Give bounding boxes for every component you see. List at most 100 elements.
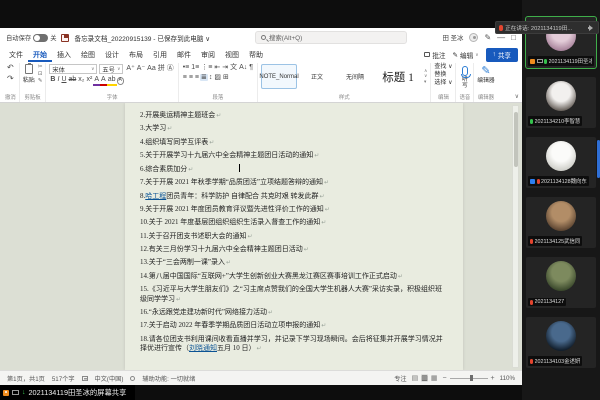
doc-line[interactable]: 15.《习近平与大学生朋友们》之“习主席点赞我们的全国大学生机器人大赛”采访实录…	[140, 285, 448, 305]
doc-line[interactable]: 3.大学习↵	[140, 124, 448, 134]
screen-share-indicator[interactable]: ↓ 2021134119田圣冰的屏幕共享	[0, 385, 135, 400]
editing-mode-button[interactable]: ✎ 编辑 ∨	[453, 50, 479, 60]
font-tool-button[interactable]: A⁺	[125, 65, 135, 73]
participant-tile[interactable]: 2021134128魏向东	[526, 137, 596, 188]
doc-line[interactable]: 14.第八届中国国际“互联网+”大学生创新创业大赛黑龙江赛区赛事培训工作正式启动…	[140, 272, 448, 282]
doc-line[interactable]: 2.开展奥运精神主题班会↵	[140, 111, 448, 121]
menu-tab[interactable]: 审阅	[196, 48, 220, 62]
editing-tool-button[interactable]: 选择 ∨	[434, 80, 452, 87]
paragraph-tool-button[interactable]: ▨	[213, 74, 222, 82]
clipboard-tool-icon[interactable]: ✎	[38, 78, 43, 84]
autosave-switch-icon[interactable]	[33, 34, 48, 42]
menu-tab[interactable]: 布局	[124, 48, 148, 62]
doc-line[interactable]: 4.组织填写同学互评表↵	[140, 138, 448, 148]
font-tool-button[interactable]: ab	[68, 76, 78, 84]
speaker-icon[interactable]	[588, 25, 595, 31]
collapse-ribbon-icon[interactable]: ∨	[515, 93, 519, 100]
doc-line[interactable]: 18.请各位团支书利用课间收看直播并学习，并记录下学习现场瞬间。会后将征集并开展…	[140, 335, 448, 355]
zoom-level[interactable]: 110%	[500, 375, 515, 382]
doc-line[interactable]: 7.关于开展 2021 年秋季学期“品质团活”立项结题答辩的通知↵	[140, 178, 448, 188]
doc-line[interactable]: 6.综合素质加分↵	[140, 164, 448, 175]
share-button[interactable]: ↑ 共享	[486, 48, 518, 62]
paragraph-tool-button[interactable]: A↓	[238, 64, 248, 72]
search-input[interactable]: 搜索(Alt+Q)	[255, 31, 407, 44]
undo-button[interactable]: ↶	[5, 64, 16, 73]
font-tool-button[interactable]: Aa	[146, 65, 157, 73]
maximize-button[interactable]: □	[511, 34, 516, 42]
editing-tool-button[interactable]: 替换	[434, 72, 452, 79]
style-chip[interactable]: NOTE_Normal	[261, 64, 297, 89]
menu-tab[interactable]: 文件	[4, 48, 28, 62]
font-tool-button[interactable]: A⁻	[136, 65, 146, 73]
paragraph-tool-button[interactable]: 文	[229, 64, 238, 72]
participant-tile[interactable]: 2021134103金述妍	[526, 317, 596, 368]
paste-button[interactable]: 粘贴	[23, 64, 35, 84]
document-page[interactable]: 2.开展奥运精神主题班会↵3.大学习↵4.组织填写同学互评表↵5.关于开展学习十…	[125, 103, 463, 370]
menu-tab[interactable]: 设计	[100, 48, 124, 62]
word-count[interactable]: 517个字	[52, 374, 75, 383]
hyperlink[interactable]: 哈工程	[145, 192, 166, 200]
doc-line[interactable]: 8.哈工程团员青年：科学防护 自律配合 共克时艰 转发此群↵	[140, 192, 448, 202]
minimize-button[interactable]: —	[497, 34, 505, 42]
participant-tile[interactable]: 2021134125武信同	[526, 197, 596, 248]
menu-tab[interactable]: 插入	[52, 48, 76, 62]
menu-tab[interactable]: 开始	[28, 48, 52, 62]
doc-line[interactable]: 11.关于召开团支书述职大会的通知↵	[140, 232, 448, 242]
participant-tile[interactable]: 2021134210李智慧	[526, 77, 596, 128]
menu-tab[interactable]: 绘图	[76, 48, 100, 62]
language-indicator[interactable]: 中文(中国)	[95, 374, 124, 383]
clipboard-tool-icon[interactable]: ✂	[38, 64, 43, 70]
font-tool-button[interactable]: A	[117, 77, 124, 85]
style-scroll-icon[interactable]: ▾	[424, 80, 427, 85]
font-size-select[interactable]: 五号 ∨	[99, 64, 123, 74]
document-title[interactable]: 备忘录文档_20220915139 - 已保存到此电脑 ∨	[74, 33, 210, 43]
page-indicator[interactable]: 第1页，共1页	[7, 374, 45, 383]
view-mode-icon[interactable]: ▦	[431, 374, 438, 382]
editor-button[interactable]: ✎ 编辑器	[477, 64, 494, 84]
view-mode-icon[interactable]: ▥	[421, 374, 428, 382]
comments-button[interactable]: 批注	[424, 50, 445, 60]
paragraph-tool-button[interactable]: ⊞	[222, 74, 230, 82]
accessibility-status[interactable]: 辅助功能: 一切就绪	[142, 374, 195, 383]
paragraph-tool-button[interactable]: ≣	[200, 74, 208, 82]
focus-button[interactable]: 专注	[394, 374, 406, 383]
draw-icon[interactable]: ✎	[484, 34, 491, 42]
zoom-track[interactable]	[450, 378, 488, 379]
doc-line[interactable]: 9.关于开展 2021 年度团员教育评议暨先进性评价工作的通知↵	[140, 205, 448, 215]
font-tool-button[interactable]: x₂	[77, 76, 85, 84]
vertical-scrollbar[interactable]	[512, 105, 519, 368]
style-chip[interactable]: 无间隔	[337, 64, 373, 89]
font-tool-button[interactable]: 拼	[157, 65, 166, 73]
editing-tool-button[interactable]: 查找 ∨	[434, 64, 452, 71]
zoom-thumb[interactable]	[470, 375, 473, 381]
redo-button[interactable]: ↷	[5, 75, 16, 84]
doc-line[interactable]: 13.关于“三会两制一课”录入↵	[140, 258, 448, 268]
paragraph-tool-button[interactable]: 1≡	[190, 64, 200, 72]
menu-tab[interactable]: 邮件	[172, 48, 196, 62]
participant-tile[interactable]: 2021134127	[526, 257, 596, 308]
font-tool-button[interactable]: U	[60, 76, 67, 84]
user-avatar[interactable]	[469, 33, 478, 42]
scrollbar-thumb[interactable]	[514, 112, 518, 167]
paragraph-tool-button[interactable]: ⇥	[221, 64, 229, 72]
style-chip[interactable]: 标题 1	[375, 64, 421, 89]
zoom-slider[interactable]: − +	[442, 375, 494, 382]
font-tool-button[interactable]: A	[93, 76, 100, 86]
save-icon[interactable]	[61, 34, 69, 42]
paragraph-tool-button[interactable]: ⇤	[213, 64, 221, 72]
paragraph-tool-button[interactable]: ¶	[248, 64, 254, 72]
font-tool-button[interactable]: B	[49, 76, 56, 84]
view-mode-icon[interactable]: ▤	[412, 374, 419, 382]
hyperlink[interactable]: 刘晓通知	[189, 344, 217, 352]
paragraph-tool-button[interactable]: •≡	[182, 64, 191, 72]
doc-line[interactable]: 16.“永远跟党走建功新时代”网络接力活动↵	[140, 308, 448, 318]
font-name-select[interactable]: 宋体 ∨	[49, 64, 97, 74]
doc-line[interactable]: 12.有关三月份学习十九届六中全会精神主题团日活动↵	[140, 245, 448, 255]
autosave-toggle[interactable]: 自动保存 关	[6, 33, 56, 42]
dictate-button[interactable]: 听写	[459, 64, 470, 90]
zoom-out-icon[interactable]: −	[442, 375, 446, 382]
font-tool-button[interactable]: x²	[86, 76, 94, 84]
clipboard-tool-icon[interactable]: ⊡	[38, 71, 43, 77]
zoom-in-icon[interactable]: +	[491, 375, 495, 382]
style-chip[interactable]: 正文	[299, 64, 335, 89]
